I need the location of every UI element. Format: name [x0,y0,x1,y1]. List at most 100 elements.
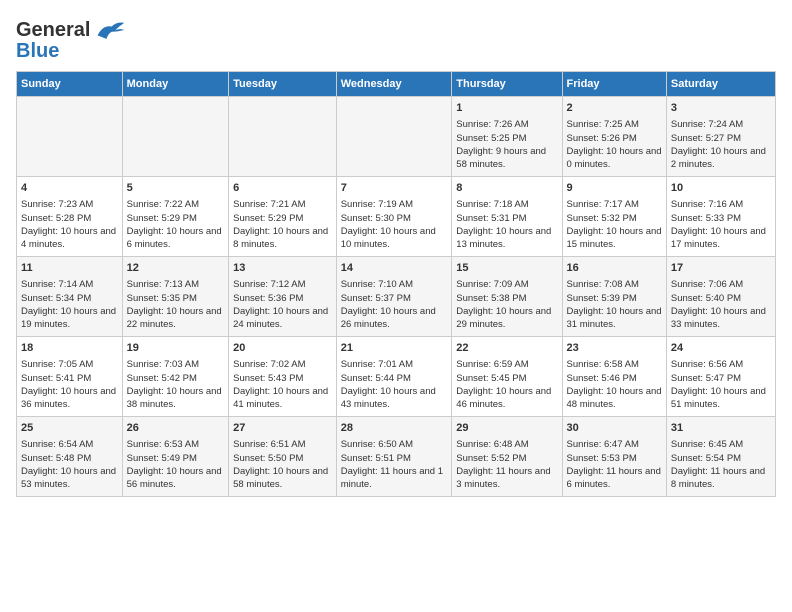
col-header-friday: Friday [562,72,666,97]
day-cell: 10 Sunrise: 7:16 AM Sunset: 5:33 PM Dayli… [666,177,775,257]
day-info: Sunrise: 7:17 AM Sunset: 5:32 PM Dayligh… [567,198,662,251]
day-info: Sunrise: 7:22 AM Sunset: 5:29 PM Dayligh… [127,198,225,251]
day-number: 31 [671,421,771,436]
day-number: 19 [127,341,225,356]
logo-bird-icon [94,16,126,44]
logo-blue-text: Blue [16,40,59,63]
day-cell: 8 Sunrise: 7:18 AM Sunset: 5:31 PM Daylig… [452,177,562,257]
day-cell [229,97,337,177]
day-cell: 7 Sunrise: 7:19 AM Sunset: 5:30 PM Daylig… [336,177,452,257]
day-number: 27 [233,421,332,436]
day-info: Sunrise: 6:58 AM Sunset: 5:46 PM Dayligh… [567,358,662,411]
day-info: Sunrise: 7:13 AM Sunset: 5:35 PM Dayligh… [127,278,225,331]
day-number: 22 [456,341,557,356]
day-info: Sunrise: 7:01 AM Sunset: 5:44 PM Dayligh… [341,358,448,411]
day-info: Sunrise: 7:25 AM Sunset: 5:26 PM Dayligh… [567,118,662,171]
calendar-table: SundayMondayTuesdayWednesdayThursdayFrid… [16,71,776,497]
day-cell: 23 Sunrise: 6:58 AM Sunset: 5:46 PM Dayli… [562,337,666,417]
day-cell [17,97,123,177]
day-cell: 31 Sunrise: 6:45 AM Sunset: 5:54 PM Dayli… [666,417,775,497]
col-header-wednesday: Wednesday [336,72,452,97]
day-info: Sunrise: 7:02 AM Sunset: 5:43 PM Dayligh… [233,358,332,411]
day-cell: 22Sunrise: 6:59 AM Sunset: 5:45 PM Dayli… [452,337,562,417]
day-number: 16 [567,261,662,276]
day-info: Sunrise: 6:47 AM Sunset: 5:53 PM Dayligh… [567,438,662,491]
day-cell: 9 Sunrise: 7:17 AM Sunset: 5:32 PM Daylig… [562,177,666,257]
col-header-monday: Monday [122,72,229,97]
day-cell: 1Sunrise: 7:26 AM Sunset: 5:25 PM Daylig… [452,97,562,177]
header-row: SundayMondayTuesdayWednesdayThursdayFrid… [17,72,776,97]
day-info: Sunrise: 6:45 AM Sunset: 5:54 PM Dayligh… [671,438,771,491]
day-number: 11 [21,261,118,276]
day-number: 30 [567,421,662,436]
day-cell: 21Sunrise: 7:01 AM Sunset: 5:44 PM Dayli… [336,337,452,417]
day-number: 23 [567,341,662,356]
day-number: 14 [341,261,448,276]
day-info: Sunrise: 7:08 AM Sunset: 5:39 PM Dayligh… [567,278,662,331]
day-info: Sunrise: 7:24 AM Sunset: 5:27 PM Dayligh… [671,118,771,171]
day-info: Sunrise: 6:48 AM Sunset: 5:52 PM Dayligh… [456,438,557,491]
day-cell: 6 Sunrise: 7:21 AM Sunset: 5:29 PM Daylig… [229,177,337,257]
day-number: 10 [671,181,771,196]
day-info: Sunrise: 7:19 AM Sunset: 5:30 PM Dayligh… [341,198,448,251]
col-header-thursday: Thursday [452,72,562,97]
week-row-3: 11 Sunrise: 7:14 AM Sunset: 5:34 PM Dayli… [17,257,776,337]
day-info: Sunrise: 7:23 AM Sunset: 5:28 PM Dayligh… [21,198,118,251]
day-number: 12 [127,261,225,276]
day-info: Sunrise: 7:12 AM Sunset: 5:36 PM Dayligh… [233,278,332,331]
logo: General Blue [16,16,126,63]
day-info: Sunrise: 7:14 AM Sunset: 5:34 PM Dayligh… [21,278,118,331]
day-cell [336,97,452,177]
day-cell: 11 Sunrise: 7:14 AM Sunset: 5:34 PM Dayli… [17,257,123,337]
day-cell: 2Sunrise: 7:25 AM Sunset: 5:26 PM Daylig… [562,97,666,177]
day-number: 6 [233,181,332,196]
day-info: Sunrise: 6:56 AM Sunset: 5:47 PM Dayligh… [671,358,771,411]
day-info: Sunrise: 6:51 AM Sunset: 5:50 PM Dayligh… [233,438,332,491]
day-cell: 16 Sunrise: 7:08 AM Sunset: 5:39 PM Dayli… [562,257,666,337]
day-number: 9 [567,181,662,196]
day-number: 4 [21,181,118,196]
day-info: Sunrise: 7:05 AM Sunset: 5:41 PM Dayligh… [21,358,118,411]
day-number: 3 [671,101,771,116]
day-number: 29 [456,421,557,436]
day-info: Sunrise: 7:03 AM Sunset: 5:42 PM Dayligh… [127,358,225,411]
day-cell: 18Sunrise: 7:05 AM Sunset: 5:41 PM Dayli… [17,337,123,417]
day-number: 28 [341,421,448,436]
day-info: Sunrise: 6:50 AM Sunset: 5:51 PM Dayligh… [341,438,448,491]
day-number: 8 [456,181,557,196]
day-cell: 29 Sunrise: 6:48 AM Sunset: 5:52 PM Dayli… [452,417,562,497]
col-header-sunday: Sunday [17,72,123,97]
day-cell: 5 Sunrise: 7:22 AM Sunset: 5:29 PM Daylig… [122,177,229,257]
day-info: Sunrise: 7:10 AM Sunset: 5:37 PM Dayligh… [341,278,448,331]
day-cell: 28 Sunrise: 6:50 AM Sunset: 5:51 PM Dayli… [336,417,452,497]
day-cell: 26 Sunrise: 6:53 AM Sunset: 5:49 PM Dayli… [122,417,229,497]
day-cell: 3 Sunrise: 7:24 AM Sunset: 5:27 PM Daylig… [666,97,775,177]
day-number: 7 [341,181,448,196]
day-info: Sunrise: 7:18 AM Sunset: 5:31 PM Dayligh… [456,198,557,251]
day-info: Sunrise: 6:54 AM Sunset: 5:48 PM Dayligh… [21,438,118,491]
day-number: 5 [127,181,225,196]
day-cell: 4 Sunrise: 7:23 AM Sunset: 5:28 PM Daylig… [17,177,123,257]
day-number: 17 [671,261,771,276]
day-cell: 15Sunrise: 7:09 AM Sunset: 5:38 PM Dayli… [452,257,562,337]
day-cell: 14 Sunrise: 7:10 AM Sunset: 5:37 PM Dayli… [336,257,452,337]
day-cell: 19 Sunrise: 7:03 AM Sunset: 5:42 PM Dayli… [122,337,229,417]
day-info: Sunrise: 7:16 AM Sunset: 5:33 PM Dayligh… [671,198,771,251]
day-info: Sunrise: 7:21 AM Sunset: 5:29 PM Dayligh… [233,198,332,251]
week-row-2: 4 Sunrise: 7:23 AM Sunset: 5:28 PM Daylig… [17,177,776,257]
day-number: 24 [671,341,771,356]
day-info: Sunrise: 6:53 AM Sunset: 5:49 PM Dayligh… [127,438,225,491]
day-number: 15 [456,261,557,276]
col-header-tuesday: Tuesday [229,72,337,97]
day-info: Sunrise: 7:06 AM Sunset: 5:40 PM Dayligh… [671,278,771,331]
col-header-saturday: Saturday [666,72,775,97]
day-info: Sunrise: 7:26 AM Sunset: 5:25 PM Dayligh… [456,118,557,171]
day-cell [122,97,229,177]
day-cell: 12 Sunrise: 7:13 AM Sunset: 5:35 PM Dayli… [122,257,229,337]
day-number: 26 [127,421,225,436]
day-cell: 17 Sunrise: 7:06 AM Sunset: 5:40 PM Dayli… [666,257,775,337]
week-row-5: 25Sunrise: 6:54 AM Sunset: 5:48 PM Dayli… [17,417,776,497]
page-header: General Blue [16,16,776,63]
week-row-4: 18Sunrise: 7:05 AM Sunset: 5:41 PM Dayli… [17,337,776,417]
day-cell: 25Sunrise: 6:54 AM Sunset: 5:48 PM Dayli… [17,417,123,497]
